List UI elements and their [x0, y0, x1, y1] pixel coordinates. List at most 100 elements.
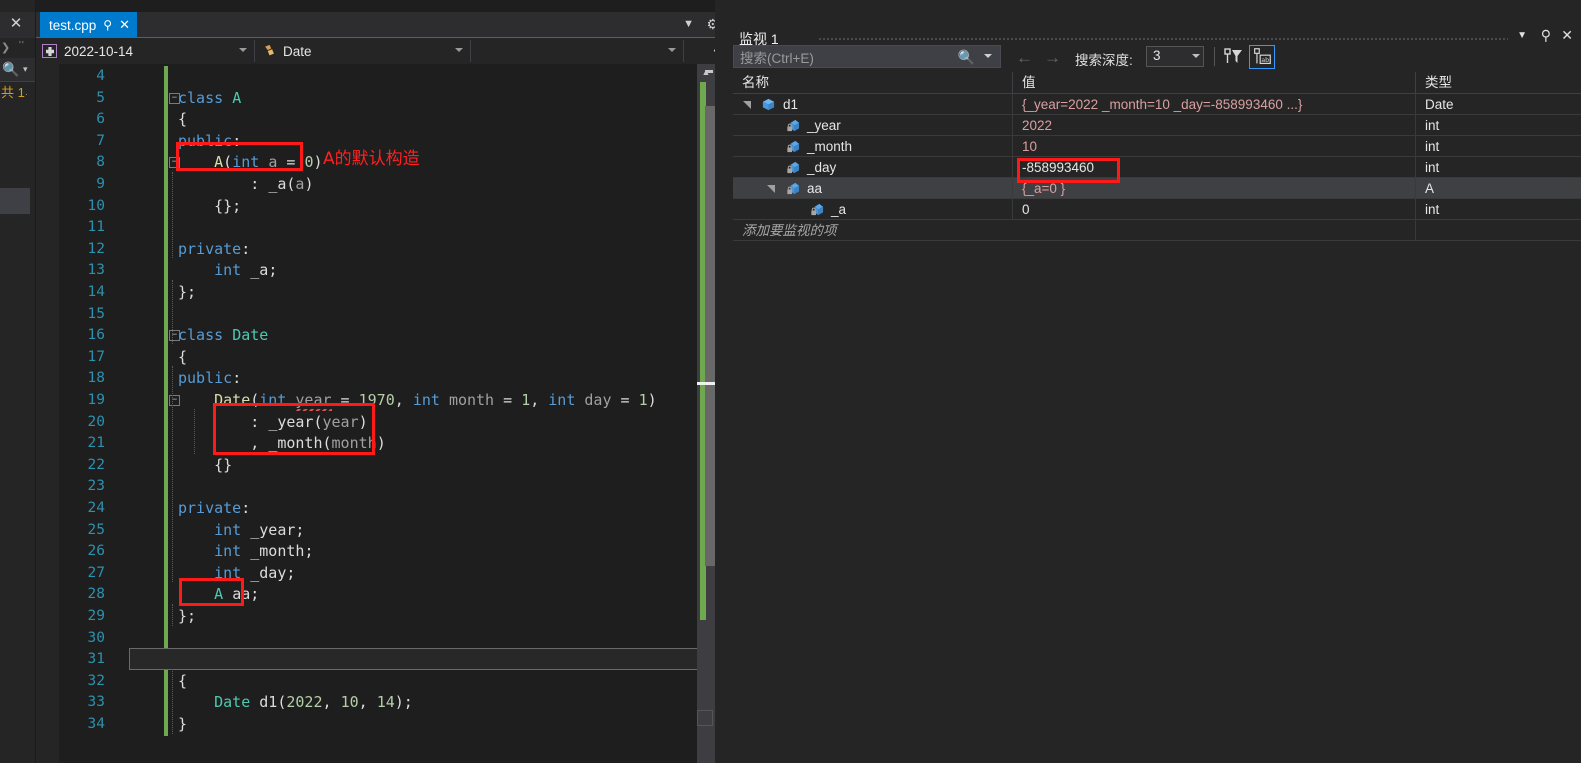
code-line[interactable]: 13 int _a; — [36, 260, 728, 282]
member-selector-combo[interactable] — [472, 40, 684, 62]
search-previous-button[interactable]: ← — [1016, 48, 1033, 68]
column-header-name[interactable]: 名称 — [733, 72, 1013, 94]
code-line[interactable]: 27 int _day; — [36, 562, 728, 585]
chevron-down-icon[interactable]: ▾ — [23, 64, 28, 75]
class-selector-combo[interactable]: Date — [256, 40, 471, 62]
watch-row[interactable]: _a 0 int — [733, 199, 1581, 220]
watch-cell-name[interactable]: _year — [733, 115, 1013, 136]
change-bar — [164, 562, 168, 585]
line-number: 31 — [87, 651, 105, 668]
close-icon[interactable]: ✕ — [119, 17, 130, 33]
code-line[interactable]: 25 int _year; — [36, 519, 728, 542]
code-line[interactable]: 19− Date(int year = 1970, int month = 1,… — [36, 390, 728, 412]
code-line[interactable]: 11 — [36, 217, 728, 239]
watch-add-cell-value[interactable] — [1013, 220, 1416, 241]
watch-cell-value[interactable]: {_year=2022 _month=10 _day=-858993460 ..… — [1013, 94, 1416, 115]
left-panel-nav[interactable]: ❯ '' — [0, 38, 36, 54]
watch-cell-value[interactable]: 0 — [1013, 199, 1416, 220]
search-icon[interactable]: 🔍 — [2, 61, 19, 78]
code-line[interactable]: 16− class Date — [36, 325, 728, 347]
pin-ab-icon[interactable]: ab — [1249, 45, 1275, 69]
code-line[interactable]: 30 — [36, 627, 728, 650]
project-selector-combo[interactable]: 2022-10-14 — [37, 40, 255, 62]
chevron-down-icon[interactable] — [1192, 54, 1200, 58]
code-text: } — [178, 715, 188, 733]
watch-row[interactable]: _day -858993460 int — [733, 157, 1581, 178]
code-line[interactable]: 15 — [36, 303, 728, 326]
chevron-down-icon[interactable]: ▼ — [1517, 30, 1527, 41]
close-icon[interactable]: ✕ — [1561, 27, 1573, 44]
code-line[interactable]: 22 {} — [36, 454, 728, 477]
code-line[interactable]: 17 { — [36, 346, 728, 369]
chevron-down-icon[interactable] — [239, 48, 247, 52]
code-line[interactable]: 29}; — [36, 606, 728, 628]
left-panel-selected-item[interactable] — [0, 188, 30, 214]
search-input[interactable]: 搜索(Ctrl+E) 🔍 — [733, 45, 1001, 68]
code-line[interactable]: 28 A aa; — [36, 584, 728, 606]
expander-icon[interactable] — [743, 100, 752, 109]
code-line[interactable]: 18 public: — [36, 368, 728, 390]
drag-handle-dots[interactable] — [818, 37, 1508, 41]
watch-cell-type: int — [1416, 199, 1581, 220]
code-line[interactable]: 10 {}; — [36, 195, 728, 218]
editor-vertical-scrollbar[interactable]: ▲ — [697, 64, 715, 763]
left-search-box[interactable]: 🔍 ▾ — [0, 58, 36, 82]
pin-filter-icon[interactable] — [1221, 45, 1245, 69]
chevron-down-icon[interactable] — [984, 54, 992, 58]
watch-row[interactable]: _year 2022 int — [733, 115, 1581, 136]
watch-cell-value[interactable]: -858993460 — [1013, 157, 1416, 178]
code-line[interactable]: 33 Date d1(2022, 10, 14); — [36, 692, 728, 714]
code-line[interactable]: 4 — [36, 66, 728, 88]
watch-cell-name[interactable]: aa — [733, 178, 1013, 199]
close-icon[interactable]: ✕ — [8, 16, 24, 32]
code-line[interactable]: 21 , _month(month) — [36, 433, 728, 455]
chevron-down-icon[interactable] — [668, 48, 676, 52]
code-line[interactable]: 24 private: — [36, 498, 728, 520]
expander-icon[interactable] — [767, 184, 776, 193]
watch-cell-name[interactable]: d1 — [733, 94, 1013, 115]
watch-row[interactable]: aa {_a=0 } A — [733, 178, 1581, 199]
code-text: { — [178, 671, 188, 690]
indent-guide — [172, 172, 173, 258]
code-text: private: — [178, 239, 251, 258]
code-line[interactable]: 32 { — [36, 670, 728, 693]
watch-cell-name[interactable]: _month — [733, 136, 1013, 157]
code-line[interactable]: 5− class A — [36, 87, 728, 110]
editor-right-gap — [715, 0, 728, 763]
code-line[interactable]: 12 private: — [36, 238, 728, 261]
search-icon[interactable]: 🔍 — [958, 49, 975, 66]
scrollbar-bottom-box[interactable] — [697, 710, 713, 726]
search-next-button[interactable]: → — [1044, 48, 1061, 68]
watch-row[interactable]: d1 {_year=2022 _month=10 _day=-858993460… — [733, 94, 1581, 115]
tab-test-cpp[interactable]: test.cpp ⚲ ✕ — [40, 12, 137, 38]
pin-icon[interactable]: ⚲ — [103, 18, 112, 32]
watch-cell-name[interactable]: _day — [733, 157, 1013, 178]
code-surface[interactable]: 4 5− class A 6{7 public: 8− A(int a = 0) 9 : _… — [36, 64, 728, 763]
watch-row[interactable]: _month 10 int — [733, 136, 1581, 157]
watch-add-item-row[interactable]: 添加要监视的项 — [733, 220, 1581, 241]
pin-icon[interactable]: ⚲ — [1541, 27, 1551, 44]
code-line[interactable]: 34} — [36, 714, 728, 736]
code-text: class Date — [178, 326, 269, 345]
code-line[interactable]: 20 : _year(year) — [36, 411, 728, 434]
scrollbar-thumb[interactable] — [705, 106, 715, 566]
code-line[interactable]: 9 : _a(a) — [36, 174, 728, 196]
code-line[interactable]: 26 int _month; — [36, 541, 728, 563]
column-header-type[interactable]: 类型 — [1416, 72, 1581, 94]
change-bar — [164, 325, 168, 347]
scrollbar-current-position — [697, 382, 715, 385]
chevron-right-icon[interactable]: ❯ — [1, 40, 10, 56]
column-header-value[interactable]: 值 — [1013, 72, 1416, 94]
line-number: 10 — [87, 197, 105, 214]
chevron-down-icon[interactable]: ▼ — [683, 18, 694, 30]
left-panel-count-suffix: · — [24, 89, 28, 99]
watch-cell-value[interactable]: 2022 — [1013, 115, 1416, 136]
watch-cell-value[interactable]: {_a=0 } — [1013, 178, 1416, 199]
watch-cell-value[interactable]: 10 — [1013, 136, 1416, 157]
code-line[interactable]: 23 — [36, 476, 728, 498]
current-line-highlight — [129, 648, 728, 670]
watch-cell-name[interactable]: _a — [733, 199, 1013, 220]
code-line[interactable]: 14}; — [36, 282, 728, 304]
code-line[interactable]: 6{ — [36, 109, 728, 131]
chevron-down-icon[interactable] — [455, 48, 463, 52]
